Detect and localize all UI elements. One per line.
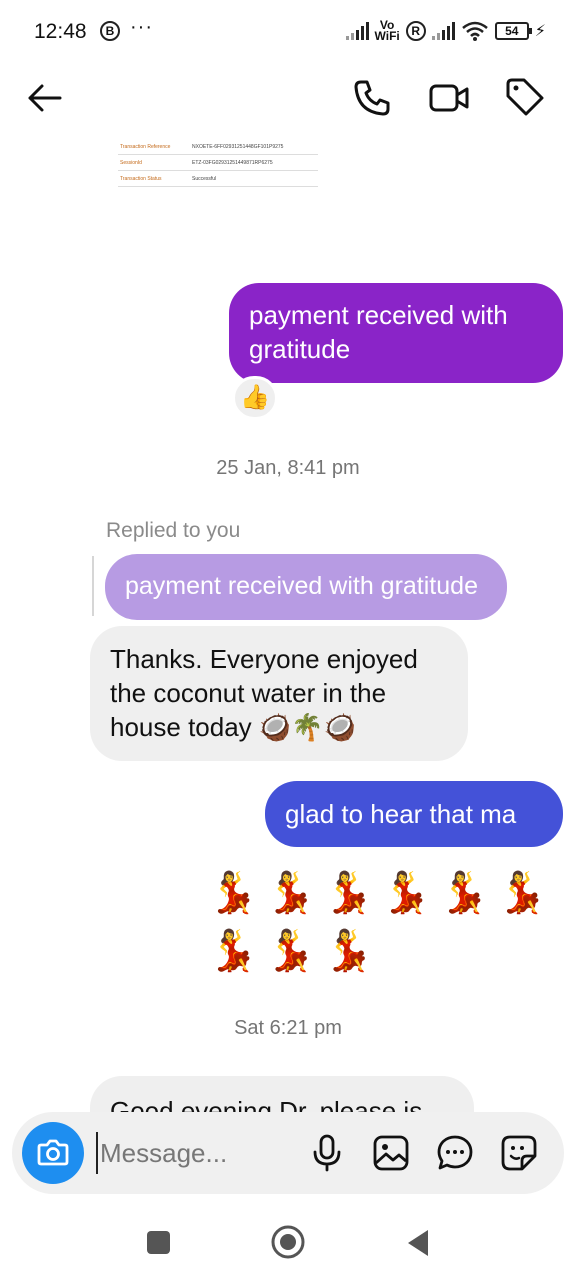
wifi-icon [461,21,488,41]
back-icon[interactable] [404,1228,432,1258]
roaming-icon: R [405,21,426,41]
camera-icon [37,1139,69,1166]
status-time: 12:48 [34,20,87,43]
receipt-label: SessionId [120,160,142,166]
charging-icon: ⚡ [534,23,546,40]
incoming-message[interactable]: Thanks. Everyone enjoyed the coconut wat… [90,626,468,761]
signal-icon [345,22,369,40]
receipt-label: Transaction Status [120,176,162,182]
gallery-icon[interactable] [372,1134,410,1172]
receipt-value: Successful [192,176,217,182]
reply-divider [92,556,94,616]
status-bar: 12:48 B ··· Vo WiFi R 54 ⚡ [0,0,576,62]
video-call-icon[interactable] [428,78,470,118]
chat-bubble-icon[interactable] [436,1134,474,1172]
receipt-value: ETZ-03FG02931251449871RP6275 [192,160,273,166]
outgoing-message[interactable]: glad to hear that ma [265,781,563,847]
emoji-message-row[interactable]: 💃💃💃 [208,924,381,978]
more-notifications-icon: ··· [130,16,153,38]
sticker-icon[interactable] [500,1134,538,1172]
message-composer [12,1112,564,1194]
message-input[interactable] [96,1132,286,1174]
message-timestamp: 25 Jan, 8:41 pm [216,457,360,479]
phone-call-icon[interactable] [352,78,392,118]
receipt-divider [118,154,318,155]
receipt-label: Transaction Reference [120,144,171,150]
battery-icon: 54 [494,22,532,40]
wifi-label: WiFi [374,29,400,43]
thumbs-up-reaction-icon[interactable]: 👍 [232,376,278,420]
b-badge-icon: B [100,21,120,41]
vowifi-icon: Vo WiFi [374,19,400,43]
camera-button[interactable] [22,1122,84,1184]
receipt-divider [118,186,318,187]
system-navigation-bar [0,1204,576,1280]
outgoing-message[interactable]: payment received with gratitude [229,283,563,383]
shared-receipt-image[interactable]: Transaction Reference NXOETE-6FF02931251… [112,126,322,236]
home-icon[interactable] [270,1224,306,1260]
reply-quote-bubble[interactable]: payment received with gratitude [105,554,507,620]
message-timestamp: Sat 6:21 pm [234,1017,342,1039]
signal-2-icon [431,22,455,40]
receipt-value: NXOETE-6FF02931251448GF101P9275 [192,144,284,150]
replied-to-you-label: Replied to you [106,519,241,542]
chat-header [0,62,576,134]
microphone-icon[interactable] [310,1134,344,1172]
status-icons: Vo WiFi R 54 ⚡ [345,16,546,46]
emoji-message-row[interactable]: 💃💃💃💃💃💃 [208,866,555,920]
receipt-divider [118,170,318,171]
back-arrow-icon[interactable] [24,78,64,118]
recent-apps-icon[interactable] [146,1230,172,1256]
tag-icon[interactable] [504,78,546,118]
